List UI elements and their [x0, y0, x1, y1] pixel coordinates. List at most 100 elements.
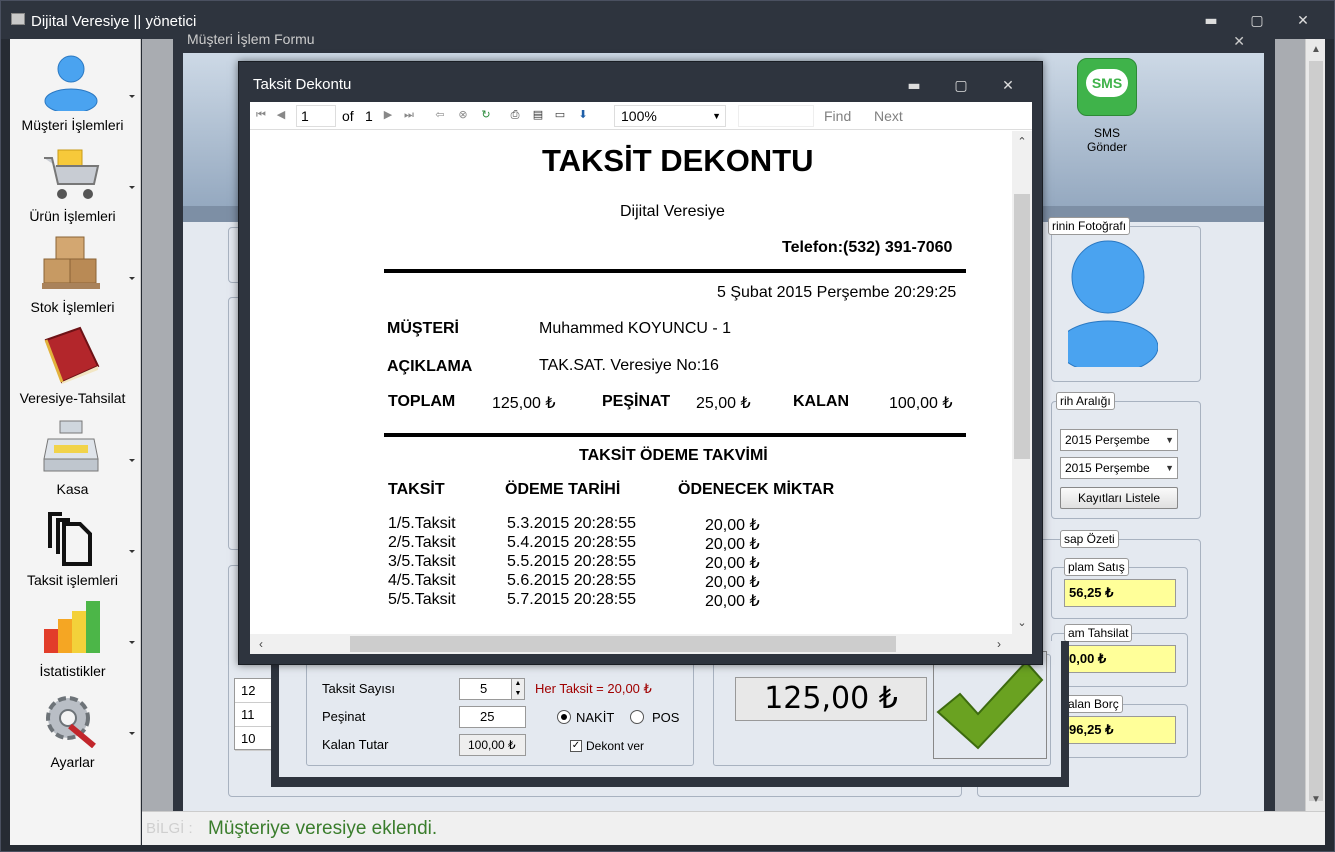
sidebar-item-products[interactable]: Ürün İşlemleri [10, 138, 141, 229]
back-icon[interactable]: ⇦ [433, 108, 447, 122]
scroll-down-icon[interactable]: ⌄ [1012, 614, 1032, 632]
close-button[interactable]: ✕ [1283, 9, 1323, 33]
divider [384, 433, 966, 437]
sidebar-item-label: Ürün İşlemleri [29, 208, 116, 224]
zoom-select[interactable]: 100% ▼ [614, 105, 726, 127]
dropdown-arrow-icon[interactable] [129, 550, 135, 553]
find-link[interactable]: Find [824, 108, 851, 124]
scrollbar-thumb[interactable] [350, 636, 896, 652]
divider [384, 269, 966, 273]
group-title: rinin Fotoğrafı [1048, 217, 1131, 235]
dropdown-arrow-icon[interactable] [129, 186, 135, 189]
sidebar-item-label: Stok İşlemleri [30, 299, 115, 315]
page-setup-icon[interactable]: ▭ [553, 108, 567, 122]
refresh-icon[interactable]: ↻ [479, 108, 493, 122]
scroll-up-icon[interactable]: ▲ [1306, 41, 1326, 59]
confirm-button[interactable] [933, 651, 1047, 759]
status-message: Müşteriye veresiye eklendi. [208, 818, 438, 839]
column-payment-date: ÖDEME TARİHİ [505, 481, 621, 498]
report-viewer: ⏮ ◀ 1 of 1 ▶ ⏭ ⇦ ⊗ ↻ ⎙ ▤ ▭ ⬇ 100% ▼ Find … [250, 102, 1032, 654]
receipt-checkbox[interactable]: ✓ [570, 740, 582, 752]
customer-value: Muhammed KOYUNCU - 1 [539, 320, 732, 337]
cash-radio[interactable] [557, 710, 571, 724]
report-heading: TAKSİT DEKONTU [542, 143, 814, 178]
sidebar-item-label: Veresiye-Tahsilat [19, 390, 126, 406]
total-amount-display: 125,00 ₺ [735, 677, 927, 721]
form-close-button[interactable]: ✕ [1233, 33, 1245, 50]
pos-label: POS [652, 710, 680, 725]
total-sales-value: 56,25 ₺ [1064, 579, 1176, 607]
schedule-date: 5.6.2015 20:28:55 [507, 572, 637, 589]
total-value: 125,00 ₺ [492, 395, 556, 412]
sidebar-item-statistics[interactable]: İstatistikler [10, 593, 141, 684]
pos-radio[interactable] [630, 710, 644, 724]
company-name: Dijital Veresiye [620, 203, 725, 220]
scroll-left-icon[interactable]: ‹ [252, 634, 270, 654]
description-value: TAK.SAT. Veresiye No:16 [539, 357, 719, 374]
description-label: AÇIKLAMA [387, 358, 473, 375]
scroll-down-icon[interactable]: ▼ [1306, 791, 1326, 809]
sidebar: Müşteri İşlemleri Ürün İşlemleri Stok İş… [10, 39, 141, 845]
schedule-date: 5.5.2015 20:28:55 [507, 553, 637, 570]
dropdown-arrow-icon[interactable] [129, 459, 135, 462]
end-date-picker[interactable]: 2015 Perşembe ▼ [1060, 457, 1178, 479]
company-phone: Telefon:(532) 391-7060 [782, 239, 953, 256]
total-collection-value: 0,00 ₺ [1064, 645, 1176, 673]
next-page-icon[interactable]: ▶ [381, 108, 395, 122]
status-prefix: BİLGİ : [146, 820, 193, 837]
sidebar-item-credit-collection[interactable]: Veresiye-Tahsilat [10, 320, 141, 411]
previous-page-icon[interactable]: ◀ [274, 108, 288, 122]
scrollbar-thumb[interactable] [1309, 61, 1323, 801]
sidebar-item-settings[interactable]: Ayarlar [10, 684, 141, 775]
schedule-title: TAKSİT ÖDEME TAKVİMİ [579, 447, 768, 464]
workspace-scrollbar[interactable]: ▲ ▼ [1305, 39, 1325, 811]
group-title: plam Satış [1064, 558, 1129, 576]
find-input[interactable] [738, 105, 814, 127]
send-sms-button[interactable]: SMS SMS Gönder [1066, 58, 1148, 154]
remaining-amount-field: 100,00 ₺ [459, 734, 526, 756]
dialog-close-button[interactable]: ✕ [993, 74, 1023, 98]
dropdown-arrow-icon[interactable] [129, 277, 135, 280]
report-horizontal-scrollbar[interactable]: ‹ › [250, 634, 1012, 654]
installment-count-spinner[interactable]: ▲ ▼ [511, 678, 525, 700]
sidebar-item-customers[interactable]: Müşteri İşlemleri [10, 47, 141, 138]
scroll-right-icon[interactable]: › [990, 634, 1008, 654]
scroll-up-icon[interactable]: ⌃ [1012, 133, 1032, 151]
report-page: TAKSİT DEKONTU Dijital Veresiye Telefon:… [250, 131, 1012, 634]
last-page-icon[interactable]: ⏭ [402, 108, 416, 122]
print-icon[interactable]: ⎙ [508, 108, 522, 122]
next-link[interactable]: Next [874, 108, 903, 124]
dropdown-arrow-icon[interactable] [129, 641, 135, 644]
export-icon[interactable]: ⬇ [576, 108, 590, 122]
total-collection-group: am Tahsilat 0,00 ₺ [1051, 624, 1188, 687]
schedule-amount: 20,00 ₺ [705, 555, 760, 572]
start-date-picker[interactable]: 2015 Perşembe ▼ [1060, 429, 1178, 451]
schedule-amount: 20,00 ₺ [705, 517, 760, 534]
dropdown-arrow-icon[interactable] [129, 732, 135, 735]
dialog-minimize-button[interactable]: ▬ [899, 74, 929, 98]
maximize-button[interactable]: ▢ [1237, 9, 1277, 33]
print-layout-icon[interactable]: ▤ [531, 108, 545, 122]
downpayment-input[interactable]: 25 [459, 706, 526, 728]
sidebar-item-installments[interactable]: Taksit işlemleri [10, 502, 141, 593]
dropdown-arrow-icon[interactable] [129, 95, 135, 98]
dialog-maximize-button[interactable]: ▢ [946, 74, 976, 98]
report-vertical-scrollbar[interactable]: ⌃ ⌄ [1012, 131, 1032, 634]
page-count: 1 [365, 108, 373, 124]
first-page-icon[interactable]: ⏮ [254, 108, 268, 122]
scrollbar-thumb[interactable] [1014, 194, 1030, 459]
settings-gear-icon [46, 696, 96, 748]
minimize-button[interactable]: ▬ [1191, 9, 1231, 33]
remaining-amount-label: Kalan Tutar [322, 737, 389, 752]
list-records-button[interactable]: Kayıtları Listele [1060, 487, 1178, 509]
sidebar-item-stock[interactable]: Stok İşlemleri [10, 229, 141, 320]
installment-count-input[interactable]: 5 [459, 678, 513, 700]
customer-photo-group: rinin Fotoğrafı [1048, 217, 1201, 382]
sidebar-item-cash-register[interactable]: Kasa [10, 411, 141, 502]
schedule-amount: 20,00 ₺ [705, 574, 760, 591]
cash-register-icon [43, 420, 99, 472]
stop-icon[interactable]: ⊗ [456, 108, 470, 122]
page-number-input[interactable]: 1 [296, 105, 336, 127]
of-label: of [342, 108, 354, 124]
total-label: TOPLAM [388, 393, 456, 410]
